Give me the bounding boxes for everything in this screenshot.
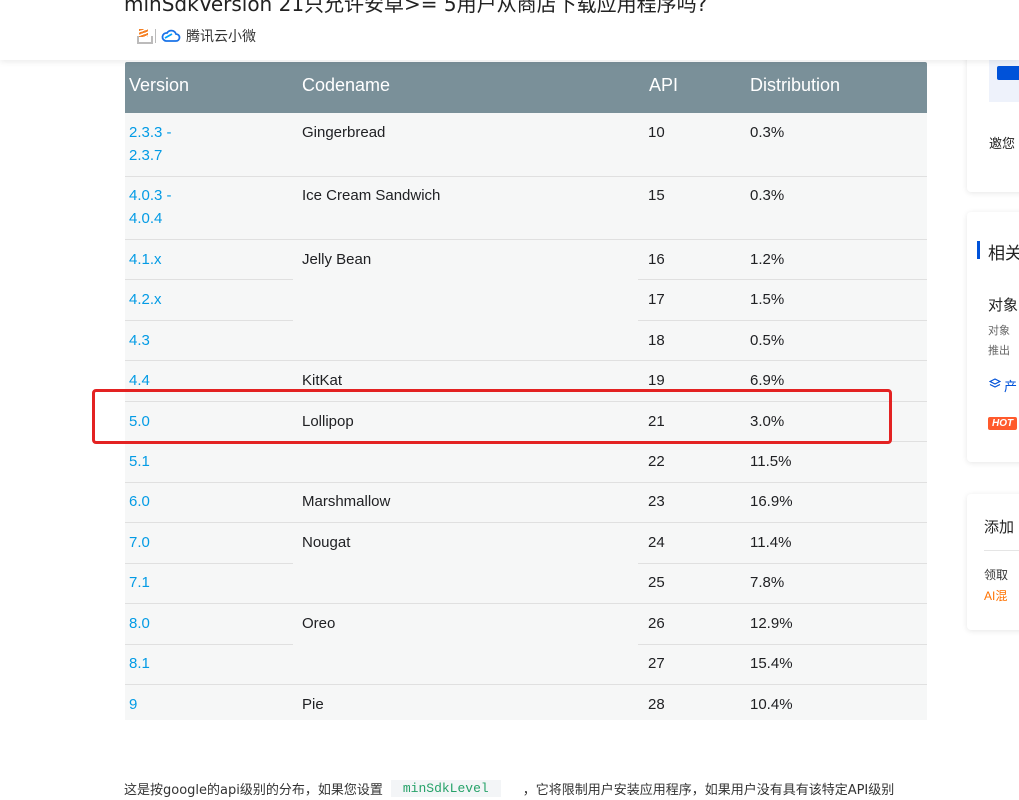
header-codename: Codename — [302, 75, 391, 95]
row-divider — [638, 279, 927, 280]
version-link[interactable]: 5.1 — [129, 450, 150, 473]
hot-badge: HOT — [988, 417, 1018, 430]
api-cell: 26 — [648, 615, 665, 632]
api-cell: 17 — [648, 291, 665, 308]
stackoverflow-icon — [136, 28, 153, 44]
distribution-cell: 11.4% — [750, 534, 792, 551]
source-name[interactable]: 腾讯云小微 — [186, 26, 256, 46]
codename-cell: Ice Cream Sandwich — [302, 187, 441, 204]
codename-cell: Pie — [302, 696, 324, 713]
paragraph-text: 这是按google的api级别的分布，如果您设置 — [124, 783, 383, 798]
article-title: minSdkVersion 21只允许安卓>= 5用户从商店下载应用程序吗? — [124, 0, 708, 16]
distribution-cell: 0.3% — [750, 187, 785, 204]
highlight-box — [92, 389, 892, 444]
row-divider — [125, 360, 927, 361]
related-heading: 相关 — [988, 244, 1019, 263]
header-version: Version — [129, 75, 190, 95]
api-cell: 10 — [648, 124, 665, 141]
layers-icon — [989, 378, 1001, 388]
ai-link[interactable]: AI混 — [984, 587, 1007, 604]
distribution-cell: 0.3% — [750, 124, 785, 141]
claim-text: 领取 — [984, 568, 1009, 582]
related-card: 相关 对象 对象 推出 产 HOT — [967, 212, 1019, 462]
row-divider — [638, 563, 927, 564]
version-link[interactable]: 4.3 — [129, 329, 150, 352]
distribution-cell: 12.9% — [750, 615, 793, 632]
divider — [984, 550, 1019, 551]
version-link[interactable]: 4.0.3 - — [129, 184, 172, 207]
row-divider — [125, 239, 927, 240]
codename-cell: Marshmallow — [302, 493, 391, 510]
version-link[interactable]: 4.2.x — [129, 288, 162, 311]
row-divider — [125, 176, 927, 177]
invite-text: 邀您 — [989, 136, 1016, 151]
version-link[interactable]: 6.0 — [129, 490, 150, 513]
distribution-cell: 10.4% — [750, 696, 793, 713]
heading-accent — [977, 241, 980, 259]
add-card: 添加 领取 AI混 — [967, 494, 1019, 630]
codename-cell: Nougat — [302, 534, 351, 551]
row-divider — [125, 684, 927, 685]
api-cell: 27 — [648, 655, 665, 672]
version-link[interactable]: 4.0.4 — [129, 207, 162, 230]
row-divider — [125, 279, 293, 280]
distribution-cell: 16.9% — [750, 493, 793, 510]
distribution-cell: 15.4% — [750, 655, 793, 672]
source-line: 腾讯云小微 — [136, 26, 256, 46]
article-header: minSdkVersion 21只允许安卓>= 5用户从商店下载应用程序吗? 腾… — [0, 0, 1019, 60]
api-cell: 23 — [648, 493, 665, 510]
header-api: API — [649, 75, 679, 95]
related-desc: 推出 — [988, 345, 1010, 357]
related-desc: 对象 — [988, 325, 1010, 337]
version-link[interactable]: 2.3.7 — [129, 144, 162, 167]
row-divider — [638, 644, 927, 645]
distribution-cell: 1.5% — [750, 291, 785, 308]
invite-card: 邀您 — [967, 40, 1019, 192]
table-header: Version Codename API Distribution — [125, 62, 927, 113]
version-link[interactable]: 8.1 — [129, 652, 150, 675]
related-title[interactable]: 对象 — [988, 294, 1018, 315]
version-link[interactable]: 7.0 — [129, 531, 150, 554]
tencent-cloud-icon — [161, 29, 181, 42]
api-cell: 16 — [648, 251, 665, 268]
distribution-cell: 11.5% — [750, 453, 792, 470]
row-divider — [125, 522, 927, 523]
version-link[interactable]: 8.0 — [129, 612, 150, 635]
version-link[interactable]: 2.3.3 - — [129, 121, 172, 144]
divider — [155, 29, 156, 43]
paragraph-text: ，它将限制用户安装应用程序，如果用户没有具有该特定API级别 — [522, 783, 895, 798]
api-cell: 25 — [648, 574, 665, 591]
row-divider — [125, 482, 927, 483]
api-cell: 18 — [648, 332, 665, 349]
api-cell: 22 — [648, 453, 665, 470]
distribution-cell: 0.5% — [750, 332, 785, 349]
answer-paragraph: 这是按google的api级别的分布，如果您设置 minSdkLevel ，它将… — [124, 779, 894, 798]
row-divider — [125, 644, 293, 645]
api-cell: 28 — [648, 696, 665, 713]
distribution-cell: 7.8% — [750, 574, 785, 591]
api-cell: 15 — [648, 187, 665, 204]
product-link[interactable]: 产 — [1004, 376, 1017, 395]
row-divider — [638, 320, 927, 321]
row-divider — [125, 320, 293, 321]
version-link[interactable]: 4.1.x — [129, 248, 162, 271]
banner-button — [997, 66, 1019, 80]
codename-cell: Oreo — [302, 615, 336, 632]
header-distribution: Distribution — [750, 75, 841, 95]
version-link[interactable]: 7.1 — [129, 571, 150, 594]
row-divider — [125, 603, 927, 604]
version-link[interactable]: 9 — [129, 693, 137, 716]
codename-cell: Jelly Bean — [302, 251, 372, 268]
codename-cell: Gingerbread — [302, 124, 386, 141]
row-divider — [125, 563, 293, 564]
add-title: 添加 — [984, 519, 1015, 536]
inline-code: minSdkLevel — [390, 780, 501, 797]
api-cell: 24 — [648, 534, 665, 551]
distribution-cell: 1.2% — [750, 251, 785, 268]
